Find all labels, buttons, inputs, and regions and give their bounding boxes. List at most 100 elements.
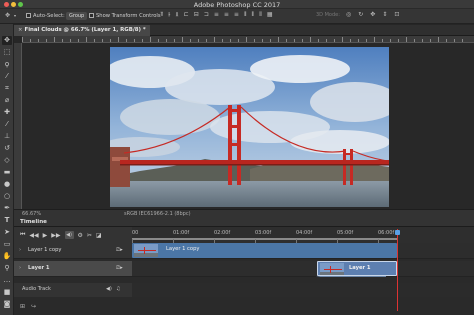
align-right-icon[interactable]: ⊐ bbox=[204, 12, 209, 18]
expand-arrow-icon[interactable]: › bbox=[19, 265, 21, 271]
healing-brush-icon[interactable]: ✚ bbox=[2, 108, 12, 117]
audio-track[interactable] bbox=[132, 283, 474, 297]
align-hcenter-icon[interactable]: ⊟ bbox=[194, 12, 199, 18]
move-tool-icon[interactable]: ✥ bbox=[5, 13, 10, 19]
distribute-bottom-icon[interactable]: ≡ bbox=[234, 12, 239, 18]
music-note-icon[interactable]: ♫ bbox=[116, 286, 120, 292]
previous-frame-icon[interactable]: ◀◀ bbox=[29, 232, 38, 239]
history-brush-icon[interactable]: ↺ bbox=[2, 144, 12, 153]
ruler-tick bbox=[310, 37, 311, 42]
blur-icon[interactable]: ● bbox=[2, 180, 12, 189]
ruler-tick bbox=[382, 39, 383, 42]
marquee-icon[interactable]: ⬚ bbox=[2, 48, 12, 57]
pan-3d-icon[interactable]: ✥ bbox=[370, 12, 375, 18]
ruler-tick bbox=[302, 39, 303, 42]
settings-gear-icon[interactable]: ⚙ bbox=[78, 232, 83, 239]
playhead-handle[interactable] bbox=[395, 230, 400, 235]
horizontal-ruler bbox=[22, 36, 474, 43]
brush-icon[interactable]: ⁄ bbox=[2, 120, 12, 129]
checkbox-box[interactable] bbox=[89, 13, 94, 18]
orbit-3d-icon[interactable]: ◎ bbox=[346, 12, 351, 18]
expand-arrow-icon[interactable]: › bbox=[19, 247, 21, 253]
auto-select-checkbox[interactable]: Auto-Select: bbox=[26, 13, 65, 19]
ruler-tick bbox=[46, 39, 47, 42]
slide-3d-icon[interactable]: ⇕ bbox=[382, 12, 387, 18]
distribute-hcenter-icon[interactable]: ⦀ bbox=[252, 12, 255, 18]
lasso-icon[interactable]: ϙ bbox=[2, 60, 12, 69]
time-ruler[interactable]: 00 01:00f 02:00f 03:00f 04:00f 05:00f 06:00f bbox=[132, 227, 474, 243]
move-icon[interactable]: ✥ bbox=[2, 36, 12, 45]
auto-select-dropdown[interactable]: Group bbox=[66, 12, 88, 20]
quick-select-icon[interactable]: ⁄ bbox=[2, 72, 12, 81]
close-icon[interactable]: × bbox=[18, 27, 23, 33]
document-tab-bar: × Final Clouds @ 66.7% (Layer 1, RGB/8) * bbox=[14, 25, 474, 36]
first-frame-icon[interactable]: ⏮ bbox=[20, 231, 25, 239]
zoom-icon[interactable]: ⚲ bbox=[2, 264, 12, 273]
hand-icon[interactable]: ✋ bbox=[2, 252, 12, 261]
clone-stamp-icon[interactable]: ⊥ bbox=[2, 132, 12, 141]
color-swatches-icon[interactable]: ■ bbox=[2, 288, 12, 297]
canvas-area[interactable] bbox=[22, 43, 474, 209]
document-tab[interactable]: × Final Clouds @ 66.7% (Layer 1, RGB/8) * bbox=[14, 25, 150, 36]
film-clip-icon[interactable]: ⎚▸ bbox=[116, 247, 123, 254]
ruler-tick bbox=[430, 39, 431, 42]
video-clip[interactable]: Layer 1 copy bbox=[132, 243, 397, 258]
ruler-tick bbox=[78, 39, 79, 42]
checkbox-box[interactable] bbox=[26, 13, 31, 18]
eraser-icon[interactable]: ◇ bbox=[2, 156, 12, 165]
more-tools-icon[interactable]: … bbox=[2, 276, 12, 285]
timeline-title[interactable]: Timeline bbox=[20, 219, 47, 225]
path-select-icon[interactable]: ➤ bbox=[2, 228, 12, 237]
distribute-right-icon[interactable]: ⦀ bbox=[259, 12, 262, 18]
speaker-icon[interactable]: ◀) bbox=[106, 286, 112, 292]
ruler-tick bbox=[318, 39, 319, 42]
distribute-top-icon[interactable]: ≡ bbox=[214, 12, 219, 18]
time-label: 05:00f bbox=[337, 230, 354, 236]
next-frame-icon[interactable]: ▶▶ bbox=[51, 232, 60, 239]
gradient-icon[interactable]: ▬ bbox=[2, 168, 12, 177]
crop-icon[interactable]: ⌗ bbox=[2, 84, 12, 93]
ruler-tick bbox=[54, 37, 55, 42]
transition-icon[interactable]: ◪ bbox=[96, 232, 102, 239]
film-clip-icon[interactable]: ⎚▸ bbox=[116, 265, 123, 272]
status-bar: 66.67% sRGB IEC61966-2.1 (8bpc) bbox=[14, 209, 474, 217]
distribute-left-icon[interactable]: ⦀ bbox=[244, 12, 247, 18]
ruler-tick bbox=[118, 37, 119, 42]
video-clip[interactable]: Layer 1 bbox=[317, 261, 397, 276]
clip-label: Layer 1 copy bbox=[166, 246, 200, 252]
chevron-down-icon[interactable]: ▾ bbox=[14, 13, 16, 19]
timeline-panel: Timeline ⏮ ◀◀ ▶ ▶▶ ◀) ⚙ ✂ ◪ 00 01:00f 02:0… bbox=[14, 217, 474, 315]
type-icon[interactable]: T bbox=[2, 216, 12, 225]
align-bottom-icon[interactable]: ⫫ bbox=[175, 12, 178, 18]
align-left-icon[interactable]: ⊏ bbox=[184, 12, 189, 18]
roll-3d-icon[interactable]: ↻ bbox=[358, 12, 363, 18]
work-area-bar[interactable] bbox=[132, 238, 398, 240]
render-video-icon[interactable]: ↪ bbox=[31, 303, 36, 310]
canvas-photo[interactable] bbox=[110, 47, 389, 207]
rectangle-icon[interactable]: ▭ bbox=[2, 240, 12, 249]
auto-align-icon[interactable]: ▦ bbox=[267, 12, 273, 18]
ruler-tick bbox=[166, 39, 167, 42]
scale-3d-icon[interactable]: ⊡ bbox=[394, 12, 399, 18]
layer-track[interactable]: Layer 1 bbox=[132, 261, 474, 277]
layer-track[interactable]: Layer 1 copy bbox=[132, 243, 474, 259]
audio-mute-icon[interactable]: ◀) bbox=[64, 231, 74, 239]
pen-icon[interactable]: ✒ bbox=[2, 204, 12, 213]
align-vcenter-icon[interactable]: ⫲ bbox=[168, 12, 170, 18]
convert-to-frame-icon[interactable]: ⊞ bbox=[20, 303, 25, 310]
dodge-icon[interactable]: ○ bbox=[2, 192, 12, 201]
show-transform-checkbox[interactable]: Show Transform Controls bbox=[89, 13, 161, 19]
timeline-layer-row[interactable]: › Layer 1 copy ⎚▸ bbox=[14, 243, 132, 259]
split-icon[interactable]: ✂ bbox=[87, 232, 92, 239]
timeline-layer-row[interactable]: › Layer 1 ⎚▸ bbox=[14, 261, 132, 277]
distribute-vcenter-icon[interactable]: ≡ bbox=[224, 12, 229, 18]
playhead-line bbox=[397, 229, 398, 311]
play-icon[interactable]: ▶ bbox=[43, 232, 48, 239]
time-label: 04:00f bbox=[296, 230, 313, 236]
ruler-tick bbox=[38, 39, 39, 42]
audio-track-row[interactable]: Audio Track ◀) ♫ bbox=[14, 283, 132, 297]
eyedropper-icon[interactable]: ⌀ bbox=[2, 96, 12, 105]
quick-mask-icon[interactable]: ◙ bbox=[2, 300, 12, 309]
align-top-icon[interactable]: ⫪ bbox=[160, 12, 163, 18]
ruler-tick bbox=[278, 37, 279, 42]
